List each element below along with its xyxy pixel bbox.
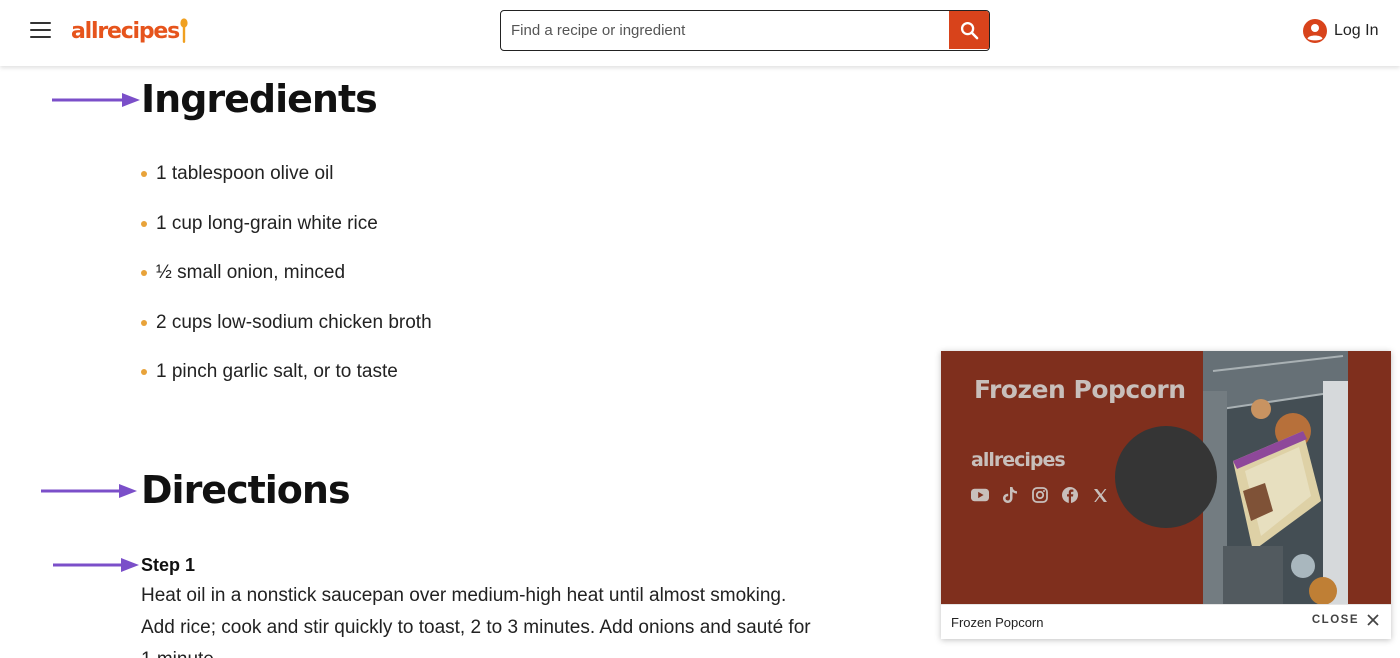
search-bar [500,10,990,51]
video-overlay [941,351,1391,604]
video-caption-bar: Frozen Popcorn CLOSE [941,604,1391,639]
close-video-button[interactable]: CLOSE [1312,614,1379,626]
allrecipes-logo[interactable]: allrecipes [71,16,188,48]
logo-text: allrecipes [71,19,180,44]
video-frame[interactable]: Frozen Popcorn allrecipes [941,351,1391,604]
bullet-icon [141,220,147,227]
menu-icon[interactable] [30,22,51,40]
annotation-arrow [52,93,140,107]
search-icon [960,21,978,39]
video-player[interactable]: Frozen Popcorn allrecipes Frozen Popcorn… [941,351,1391,639]
ingredients-heading: Ingredients [141,77,378,121]
video-caption: Frozen Popcorn [951,615,1044,630]
spoon-icon [180,18,188,43]
ingredients-list: 1 tablespoon olive oil 1 cup long-grain … [141,158,432,406]
step-label: Step 1 [141,555,196,575]
step-text: Heat oil in a nonstick saucepan over med… [141,585,811,658]
ingredient-item: ½ small onion, minced [141,257,432,307]
login-button[interactable]: Log In [1303,17,1378,45]
login-label: Log In [1334,22,1379,39]
bullet-icon [141,369,147,375]
ingredient-item: 1 pinch garlic salt, or to taste [141,356,432,406]
ingredient-text: 1 tablespoon olive oil [156,163,334,184]
directions-heading: Directions [141,468,351,512]
ingredient-item: 1 cup long-grain white rice [141,208,432,258]
user-icon [1303,19,1327,43]
search-input[interactable] [501,11,949,49]
bullet-icon [141,319,147,326]
ingredient-text: 2 cups low-sodium chicken broth [156,311,432,333]
ingredient-text: ½ small onion, minced [156,262,346,283]
site-header: allrecipes Log In [0,0,1400,66]
bullet-icon [141,171,147,177]
search-button[interactable] [949,11,989,49]
ingredient-text: 1 pinch garlic salt, or to taste [156,361,398,382]
ingredient-item: 2 cups low-sodium chicken broth [141,307,432,357]
annotation-arrow [41,484,137,498]
annotation-arrow [53,558,139,572]
close-icon [1367,614,1379,626]
bullet-icon [141,270,147,276]
close-label: CLOSE [1311,614,1359,626]
ingredient-text: 1 cup long-grain white rice [156,212,378,234]
ingredient-item: 1 tablespoon olive oil [141,158,432,208]
